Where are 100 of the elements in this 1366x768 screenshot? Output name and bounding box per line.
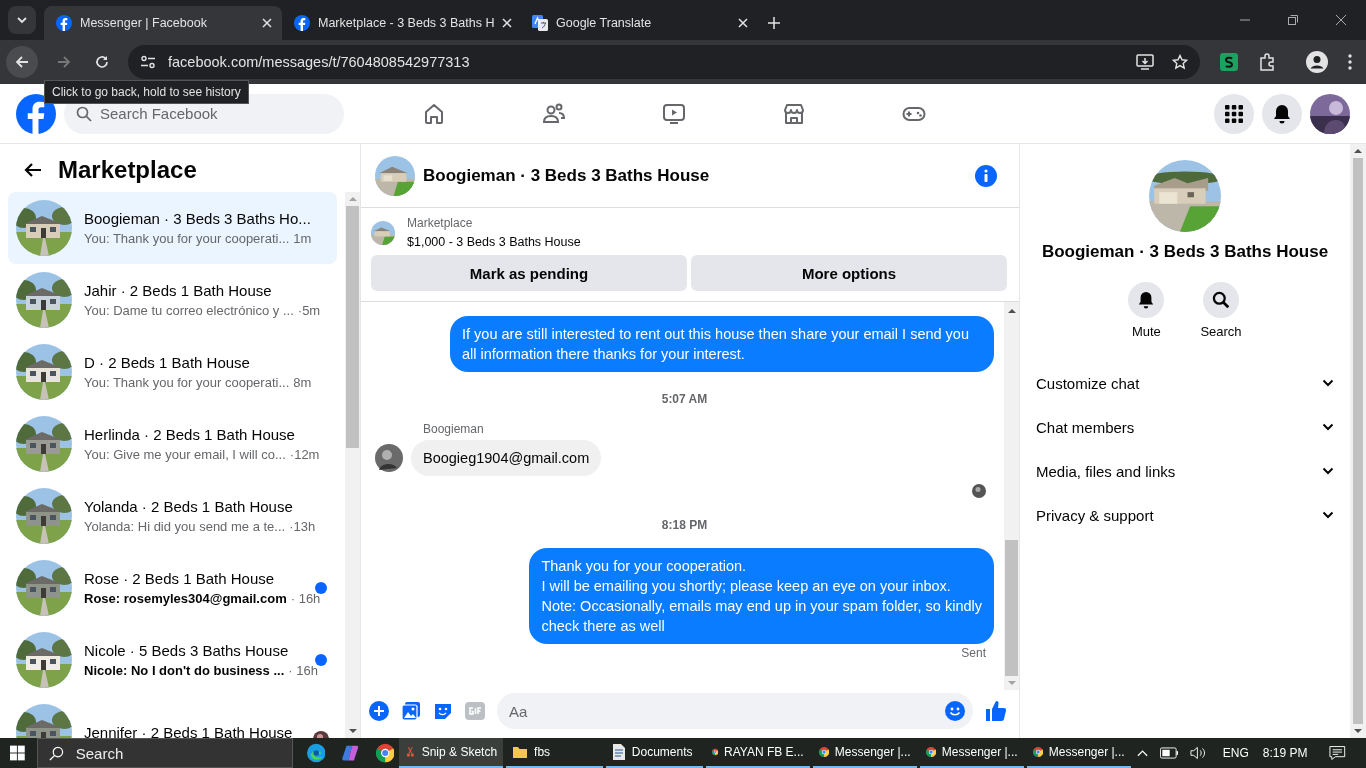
grid-icon (1224, 103, 1244, 124)
conversation-name: D · 2 Beds 1 Bath House (84, 354, 251, 371)
address-bar[interactable]: facebook.com/messages/t/7604808542977313 (128, 45, 1200, 79)
taskbar-window[interactable]: Messenger |... (812, 738, 917, 768)
conversation-item[interactable]: Rose · 2 Beds 1 Bath House Rose: rosemyles304@gmail.com · 16h (8, 552, 337, 624)
puzzle-icon[interactable] (1258, 53, 1276, 71)
scroll-down-icon[interactable] (348, 728, 357, 734)
notifications-button[interactable] (1262, 93, 1302, 134)
timestamp: 8:18 PM (661, 518, 708, 532)
contact-name: Boogieman · 3 Beds 3 Baths House (1041, 242, 1329, 262)
section-header[interactable]: Customize chat (1036, 361, 1334, 405)
listing-action-button[interactable]: Mark as pending (371, 255, 687, 291)
clock[interactable]: 8:19 PM (1262, 746, 1308, 760)
speaker-icon[interactable] (1190, 746, 1207, 760)
conversation-item[interactable]: Boogieman · 3 Beds 3 Baths Ho... You: Thank you for your cooperati... 1m (8, 192, 337, 264)
search-icon (48, 746, 64, 761)
sent-message: If you are still interested to rent out this house then share your email I send you all information there thanks for your interest. (450, 316, 994, 372)
edge-icon[interactable] (306, 743, 326, 763)
copilot-icon[interactable] (341, 743, 360, 763)
menu-button[interactable] (1214, 93, 1254, 134)
section-header[interactable]: Media, files and links (1036, 449, 1334, 493)
sidebar-title: Marketplace (58, 156, 197, 184)
image-icon[interactable] (401, 701, 421, 721)
sticker-icon[interactable] (433, 701, 453, 721)
conversation-item[interactable]: Yolanda · 2 Beds 1 Bath House Yolanda: Hi did you send me a te... ·13h (8, 480, 337, 552)
shop-icon[interactable] (782, 101, 806, 126)
conversation-name: Rose · 2 Beds 1 Bath House (84, 570, 276, 587)
conversation-name: Jennifer · 2 Beds 1 Bath House (84, 723, 294, 738)
people-icon[interactable] (542, 101, 566, 126)
browser-tab[interactable]: Google Translate (520, 6, 758, 40)
reload-icon[interactable] (94, 54, 110, 70)
scroll-up-icon[interactable] (1007, 308, 1016, 314)
message-preview: You: Thank you for your cooperati... (84, 375, 290, 390)
extension-icon[interactable] (1220, 53, 1238, 71)
add-icon[interactable] (369, 701, 389, 721)
mute-button[interactable] (1128, 282, 1165, 318)
seen-avatar-icon (972, 484, 986, 498)
conversation-name: Herlinda · 2 Beds 1 Bath House (84, 426, 296, 443)
conversation-name: Boogieman · 3 Beds 3 Baths Ho... (84, 210, 312, 227)
conversation-name: Yolanda · 2 Beds 1 Bath House (84, 498, 294, 515)
profile-icon[interactable] (1306, 51, 1328, 73)
document-icon (611, 744, 626, 760)
taskbar-window[interactable]: Messenger |... (1026, 738, 1131, 768)
chevron-up-icon[interactable] (1136, 749, 1148, 757)
message-time: ·12m (289, 447, 320, 462)
info-icon[interactable] (975, 164, 997, 187)
taskbar-window[interactable]: fbs (506, 738, 603, 768)
install-icon[interactable] (1136, 54, 1154, 70)
message-preview: You: Give me your email, I will co... (84, 447, 286, 462)
thumbs-up-icon[interactable] (985, 700, 1007, 722)
scrollbar[interactable] (1004, 302, 1019, 690)
message-input[interactable]: Aa (497, 693, 973, 729)
video-icon[interactable] (662, 101, 686, 126)
search-icon (76, 105, 92, 122)
tooltip: Click to go back, hold to see history (44, 80, 249, 104)
scrollbar[interactable] (1350, 144, 1366, 738)
search-button[interactable] (1203, 282, 1239, 318)
scroll-down-icon[interactable] (1354, 728, 1362, 734)
windows-start-icon[interactable] (10, 745, 25, 761)
timestamp: 5:07 AM (661, 392, 708, 406)
sender-name: Boogieman (423, 422, 485, 436)
battery-icon[interactable] (1159, 747, 1179, 759)
browser-tab[interactable]: Marketplace - 3 Beds 3 Baths H (282, 6, 520, 40)
new-tab-icon[interactable] (768, 17, 780, 29)
section-header[interactable]: Privacy & support (1036, 493, 1334, 537)
taskbar-window[interactable]: RAYAN FB E... (705, 738, 810, 768)
message-preview: Yolanda: Hi did you send me a te... (84, 519, 286, 534)
folder-icon (512, 744, 529, 760)
browser-tab[interactable]: Messenger | Facebook (44, 6, 282, 40)
notifications-icon[interactable] (1329, 745, 1347, 761)
scroll-up-icon[interactable] (1354, 148, 1362, 154)
message-preview: You: Thank you for your cooperati... (84, 231, 290, 246)
back-arrow-icon[interactable] (24, 162, 42, 178)
message-preview: You: Dame tu correo electrónico y ... (84, 303, 294, 318)
forward-icon[interactable] (56, 54, 72, 70)
message-time: · 16h (290, 591, 321, 606)
taskbar-window[interactable]: Messenger |... (919, 738, 1024, 768)
emoji-icon[interactable] (945, 701, 965, 721)
section-header[interactable]: Chat members (1036, 405, 1334, 449)
home-icon[interactable] (422, 101, 446, 126)
site-settings-icon[interactable] (140, 55, 156, 69)
listing-title[interactable]: $1,000 - 3 Beds 3 Baths House (407, 235, 581, 249)
restore-icon[interactable] (1288, 15, 1298, 25)
tab-search-button[interactable] (8, 6, 36, 34)
taskbar-window[interactable]: Snip & Sketch (399, 738, 504, 768)
language-indicator[interactable]: ENG (1222, 746, 1249, 760)
menu-icon[interactable] (1348, 54, 1352, 70)
conversation-item[interactable]: Herlinda · 2 Beds 1 Bath House You: Give me your email, I will co... ·12m (8, 408, 337, 480)
scrollbar[interactable] (345, 192, 360, 738)
star-icon[interactable] (1172, 54, 1188, 70)
taskbar-window[interactable]: Documents (605, 738, 703, 768)
close-icon[interactable] (1336, 15, 1346, 25)
conversation-item[interactable]: Jahir · 2 Beds 1 Bath House You: Dame tu correo electrónico y ... ·5m (8, 264, 337, 336)
message-preview: Nicole: No I don't do business ... (84, 663, 285, 678)
chrome-icon[interactable] (375, 743, 395, 763)
back-button[interactable] (6, 46, 38, 78)
conversation-item[interactable]: D · 2 Beds 1 Bath House You: Thank you for your cooperati... 8m (8, 336, 337, 408)
conversation-item[interactable]: Nicole · 5 Beds 3 Baths House Nicole: No I don't do business ... · 16h (8, 624, 337, 696)
listing-action-button[interactable]: More options (691, 255, 1007, 291)
taskbar-search-field[interactable]: Search (36, 738, 293, 768)
